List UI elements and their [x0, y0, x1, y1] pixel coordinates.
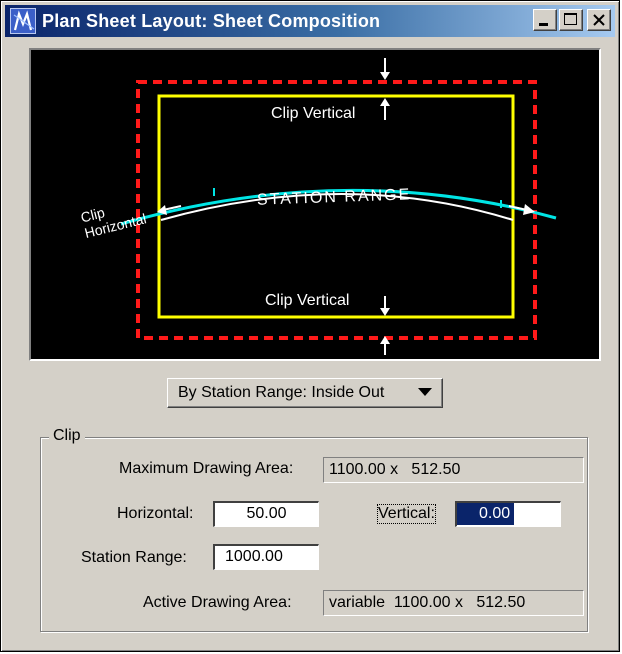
window-title: Plan Sheet Layout: Sheet Composition — [42, 10, 381, 31]
vertical-input[interactable]: 0.00 — [455, 501, 561, 527]
title-buttons — [533, 9, 611, 31]
clip-vertical-bottom-arrows — [380, 296, 390, 355]
maximize-button[interactable] — [559, 9, 583, 31]
clip-vertical-top-arrows — [380, 58, 390, 120]
clip-group-title: Clip — [49, 427, 85, 445]
close-button[interactable] — [587, 9, 611, 31]
clip-mode-selected: By Station Range: Inside Out — [178, 384, 385, 401]
maximize-icon — [564, 13, 577, 25]
title-bar[interactable]: Plan Sheet Layout: Sheet Composition — [5, 5, 615, 37]
minimize-icon — [539, 23, 548, 26]
chevron-down-icon[interactable] — [418, 388, 432, 396]
clip-mode-dropdown[interactable]: By Station Range: Inside Out — [167, 378, 443, 408]
vertical-input-selection: 0.00 — [457, 503, 515, 525]
minimize-button[interactable] — [533, 9, 557, 31]
clip-vertical-top-label: Clip Vertical — [271, 105, 356, 122]
active-drawing-area-label: Active Drawing Area: — [143, 594, 292, 611]
active-drawing-area-value: variable 1100.00 x 512.50 — [323, 590, 584, 616]
horizontal-input[interactable]: 50.00 — [213, 501, 319, 527]
dialog-window: Plan Sheet Layout: Sheet Composition Cli… — [0, 0, 620, 652]
station-range-field-label: Station Range: — [81, 549, 187, 566]
max-drawing-area-label: Maximum Drawing Area: — [119, 460, 294, 477]
sheet-preview: Clip Vertical Clip Vertical STATION RANG… — [29, 48, 601, 361]
station-range-input[interactable]: 1000.00 — [213, 544, 319, 570]
max-drawing-area-value: 1100.00 x 512.50 — [323, 457, 584, 483]
vertical-label: Vertical: — [377, 504, 436, 524]
horizontal-label: Horizontal: — [117, 505, 194, 522]
clip-vertical-bottom-label: Clip Vertical — [265, 292, 350, 309]
app-icon[interactable] — [10, 8, 36, 34]
close-icon — [593, 14, 605, 26]
